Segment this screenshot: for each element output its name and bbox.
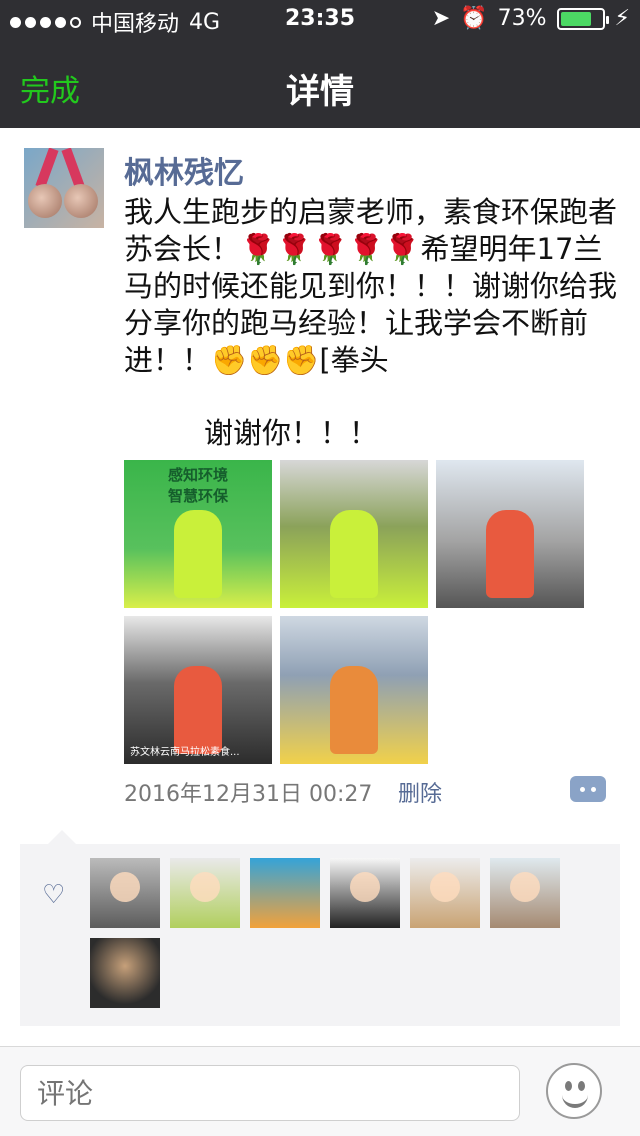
liker-avatar[interactable] bbox=[90, 858, 160, 928]
post-photo-5[interactable] bbox=[280, 616, 428, 764]
battery-percent: 73% bbox=[497, 6, 547, 31]
liker-avatar[interactable] bbox=[490, 858, 560, 928]
top-bar: 中国移动 4G 23:35 ➤ ⏰ 73% ⚡ 完成 详情 bbox=[0, 0, 640, 128]
comment-icon[interactable] bbox=[570, 776, 606, 802]
comment-input[interactable] bbox=[20, 1065, 520, 1121]
post-content: 我人生跑步的启蒙老师，素食环保跑者苏会长！🌹🌹🌹🌹🌹希望明年17兰马的时候还能见… bbox=[124, 195, 618, 377]
battery-icon bbox=[556, 7, 609, 30]
charging-icon: ⚡ bbox=[614, 6, 630, 31]
liker-avatar[interactable] bbox=[330, 858, 400, 928]
post-photo-3[interactable] bbox=[436, 460, 584, 608]
status-bar: 中国移动 4G 23:35 ➤ ⏰ 73% ⚡ bbox=[0, 0, 640, 40]
photo-caption: 苏文林云南马拉松素食... bbox=[130, 747, 240, 758]
author-name[interactable]: 枫林残忆 bbox=[124, 148, 244, 192]
delete-button[interactable]: 删除 bbox=[398, 776, 442, 808]
post-photo-4[interactable]: 苏文林云南马拉松素食... bbox=[124, 616, 272, 764]
liker-avatar[interactable] bbox=[410, 858, 480, 928]
liker-avatar[interactable] bbox=[90, 938, 160, 1008]
location-icon: ➤ bbox=[431, 6, 451, 31]
post-photo-2[interactable] bbox=[280, 460, 428, 608]
emoji-icon[interactable] bbox=[546, 1063, 602, 1119]
liker-avatar[interactable] bbox=[170, 858, 240, 928]
post-thanks: 谢谢你！！！ bbox=[204, 416, 379, 450]
likes-panel: ♡ bbox=[20, 830, 620, 1026]
post-photo-1[interactable]: 感知环境 智慧环保 bbox=[124, 460, 272, 608]
heart-icon: ♡ bbox=[42, 880, 66, 910]
comment-bar bbox=[0, 1046, 640, 1136]
liker-avatar[interactable] bbox=[250, 858, 320, 928]
post-timestamp: 2016年12月31日 00:27 bbox=[124, 782, 373, 807]
alarm-icon: ⏰ bbox=[460, 6, 488, 31]
author-avatar[interactable] bbox=[24, 148, 104, 228]
page-title: 详情 bbox=[286, 72, 354, 112]
photo-caption: 感知环境 智慧环保 bbox=[167, 466, 228, 505]
navigation-bar: 完成 详情 bbox=[0, 40, 640, 128]
